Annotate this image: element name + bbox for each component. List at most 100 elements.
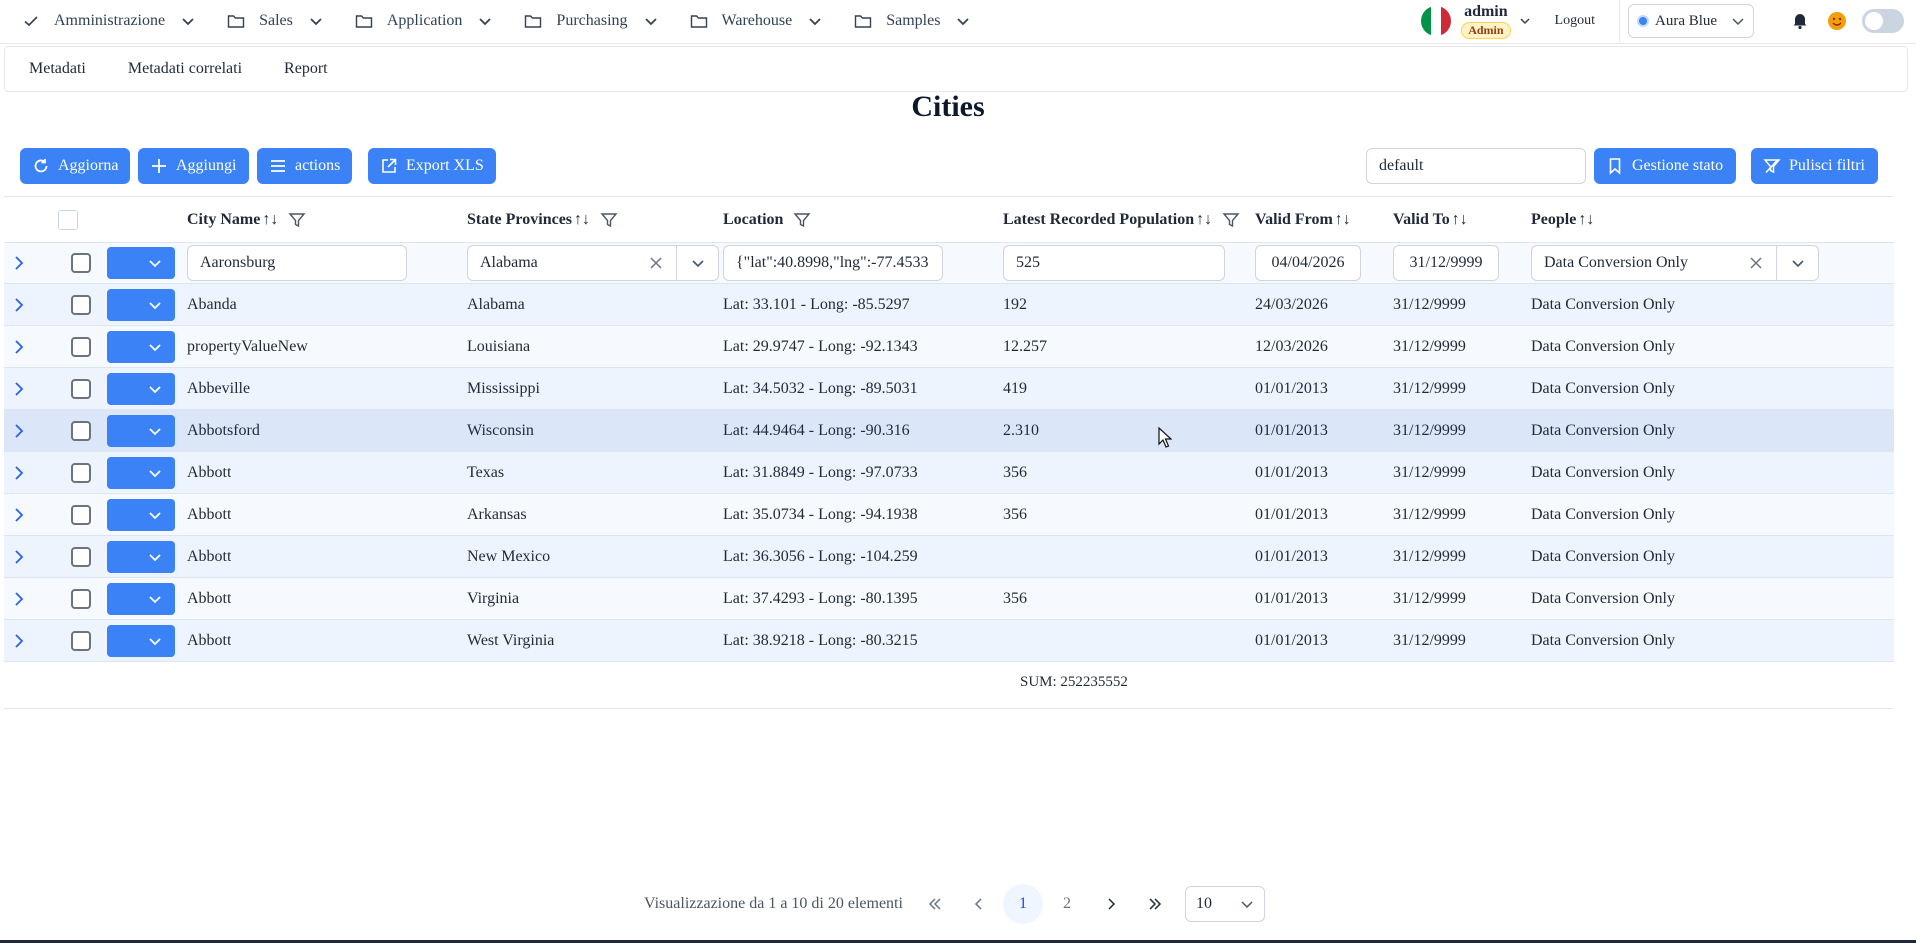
clear-filters-button[interactable]: Pulisci filtri: [1751, 148, 1878, 184]
city-name-input[interactable]: Aaronsburg: [187, 245, 407, 281]
row-action-button[interactable]: [107, 582, 175, 615]
chevron-right-icon[interactable]: [10, 296, 28, 314]
row-checkbox[interactable]: [71, 294, 91, 315]
menu-samples[interactable]: Samples: [832, 0, 980, 42]
italian-flag-icon[interactable]: [1421, 6, 1452, 36]
chevron-right-icon[interactable]: [10, 422, 28, 440]
table-row[interactable]: Abbott Texas Lat: 31.8849 - Long: -97.0733…: [4, 452, 1894, 494]
row-checkbox[interactable]: [71, 546, 91, 567]
page-button-2[interactable]: 2: [1047, 884, 1087, 924]
row-action-button[interactable]: [107, 372, 175, 405]
row-checkbox[interactable]: [71, 420, 91, 441]
column-header-population[interactable]: Latest Recorded Population ↑↓: [1003, 197, 1240, 242]
chevron-right-icon[interactable]: [10, 254, 28, 272]
logout-link[interactable]: Logout: [1555, 13, 1595, 29]
prev-page-icon[interactable]: [959, 884, 999, 924]
tab-report[interactable]: Report: [260, 60, 346, 78]
user-menu[interactable]: admin Admin: [1461, 3, 1511, 39]
location-input[interactable]: {"lat":40.8998,"lng":-77.4533: [723, 245, 943, 281]
row-action-button[interactable]: [107, 540, 175, 573]
chevron-right-icon[interactable]: [10, 380, 28, 398]
row-checkbox[interactable]: [71, 336, 91, 357]
rows-per-page-select[interactable]: 10: [1184, 886, 1265, 922]
filter-icon[interactable]: [288, 211, 306, 229]
dropdown-trigger[interactable]: [1776, 246, 1818, 280]
row-checkbox[interactable]: [71, 630, 91, 651]
sort-icon[interactable]: ↑↓: [1196, 211, 1212, 229]
valid-from-input[interactable]: 04/04/2026: [1255, 245, 1361, 281]
dark-mode-toggle[interactable]: [1862, 9, 1904, 33]
state-management-button[interactable]: Gestione stato: [1594, 148, 1736, 184]
first-page-icon[interactable]: [915, 884, 955, 924]
clear-icon[interactable]: [648, 255, 664, 271]
sort-icon[interactable]: ↑↓: [1335, 211, 1351, 229]
table-row[interactable]: Abbeville Mississippi Lat: 34.5032 - Long:…: [4, 368, 1894, 410]
next-page-icon[interactable]: [1091, 884, 1131, 924]
chevron-down-icon[interactable]: [1519, 15, 1531, 27]
tab-metadati-correlati[interactable]: Metadati correlati: [104, 60, 260, 78]
chevron-right-icon[interactable]: [10, 338, 28, 356]
table-row[interactable]: Abbotsford Wisconsin Lat: 44.9464 - Long: …: [4, 410, 1894, 452]
column-header-valid-from[interactable]: Valid From ↑↓: [1255, 197, 1351, 242]
smiley-icon[interactable]: [1826, 10, 1848, 32]
chevron-right-icon[interactable]: [10, 548, 28, 566]
column-header-location[interactable]: Location: [723, 197, 811, 242]
column-header-city[interactable]: City Name ↑↓: [187, 197, 306, 242]
row-checkbox[interactable]: [71, 378, 91, 399]
filter-icon[interactable]: [1222, 211, 1240, 229]
row-action-button[interactable]: [107, 330, 175, 363]
export-xls-button[interactable]: Export XLS: [368, 148, 496, 184]
sort-icon[interactable]: ↑↓: [1578, 211, 1594, 229]
valid-to-input[interactable]: 31/12/9999: [1393, 245, 1499, 281]
menu-warehouse[interactable]: Warehouse: [668, 0, 833, 42]
table-row[interactable]: Abbott West Virginia Lat: 38.9218 - Long: …: [4, 620, 1894, 662]
state-province-select[interactable]: Alabama: [467, 245, 719, 281]
table-row[interactable]: Abbott New Mexico Lat: 36.3056 - Long: -10…: [4, 536, 1894, 578]
row-action-button[interactable]: [107, 456, 175, 489]
actions-button[interactable]: actions: [257, 148, 352, 184]
sort-icon[interactable]: ↑↓: [262, 211, 278, 229]
menu-purchasing[interactable]: Purchasing: [502, 0, 667, 42]
chevron-right-icon[interactable]: [10, 506, 28, 524]
select-all-checkbox[interactable]: [58, 209, 78, 230]
menu-amministrazione[interactable]: Amministrazione: [0, 0, 205, 42]
bell-icon[interactable]: [1790, 10, 1812, 32]
row-action-button[interactable]: [107, 247, 175, 279]
state-name-input[interactable]: [1366, 148, 1586, 184]
table-row[interactable]: Abanda Alabama Lat: 33.101 - Long: -85.529…: [4, 284, 1894, 326]
add-button[interactable]: Aggiungi: [138, 148, 249, 184]
table-row[interactable]: propertyValueNew Louisiana Lat: 29.9747 - …: [4, 326, 1894, 368]
row-action-button[interactable]: [107, 498, 175, 531]
table-row[interactable]: Abbott Virginia Lat: 37.4293 - Long: -80.1…: [4, 578, 1894, 620]
row-checkbox[interactable]: [71, 504, 91, 525]
last-page-icon[interactable]: [1135, 884, 1175, 924]
chevron-right-icon[interactable]: [10, 464, 28, 482]
theme-select[interactable]: Aura Blue: [1628, 4, 1754, 38]
tab-metadati[interactable]: Metadati: [5, 60, 104, 78]
chevron-right-icon[interactable]: [10, 632, 28, 650]
menu-sales[interactable]: Sales: [205, 0, 333, 42]
people-select[interactable]: Data Conversion Only: [1531, 245, 1819, 281]
sort-icon[interactable]: ↑↓: [1452, 211, 1468, 229]
column-header-valid-to[interactable]: Valid To ↑↓: [1393, 197, 1468, 242]
row-action-button[interactable]: [107, 624, 175, 657]
table-row[interactable]: Abbott Arkansas Lat: 35.0734 - Long: -94.1…: [4, 494, 1894, 536]
filter-icon[interactable]: [600, 211, 618, 229]
filter-icon[interactable]: [793, 211, 811, 229]
row-action-button[interactable]: [107, 288, 175, 321]
sort-icon[interactable]: ↑↓: [574, 211, 590, 229]
clear-icon[interactable]: [1748, 255, 1764, 271]
menu-application[interactable]: Application: [333, 0, 503, 42]
chevron-right-icon[interactable]: [10, 590, 28, 608]
dropdown-trigger[interactable]: [676, 246, 718, 280]
column-header-state[interactable]: State Provinces ↑↓: [467, 197, 618, 242]
column-header-people[interactable]: People ↑↓: [1531, 197, 1594, 242]
row-checkbox[interactable]: [71, 462, 91, 483]
refresh-button[interactable]: Aggiorna: [20, 148, 130, 184]
row-checkbox[interactable]: [71, 588, 91, 609]
page-button-1[interactable]: 1: [1002, 884, 1043, 924]
population-input[interactable]: 525: [1003, 245, 1225, 281]
row-checkbox[interactable]: [71, 253, 91, 273]
row-action-button[interactable]: [107, 414, 175, 447]
valid-to-cell: 31/12/9999: [1393, 379, 1466, 397]
